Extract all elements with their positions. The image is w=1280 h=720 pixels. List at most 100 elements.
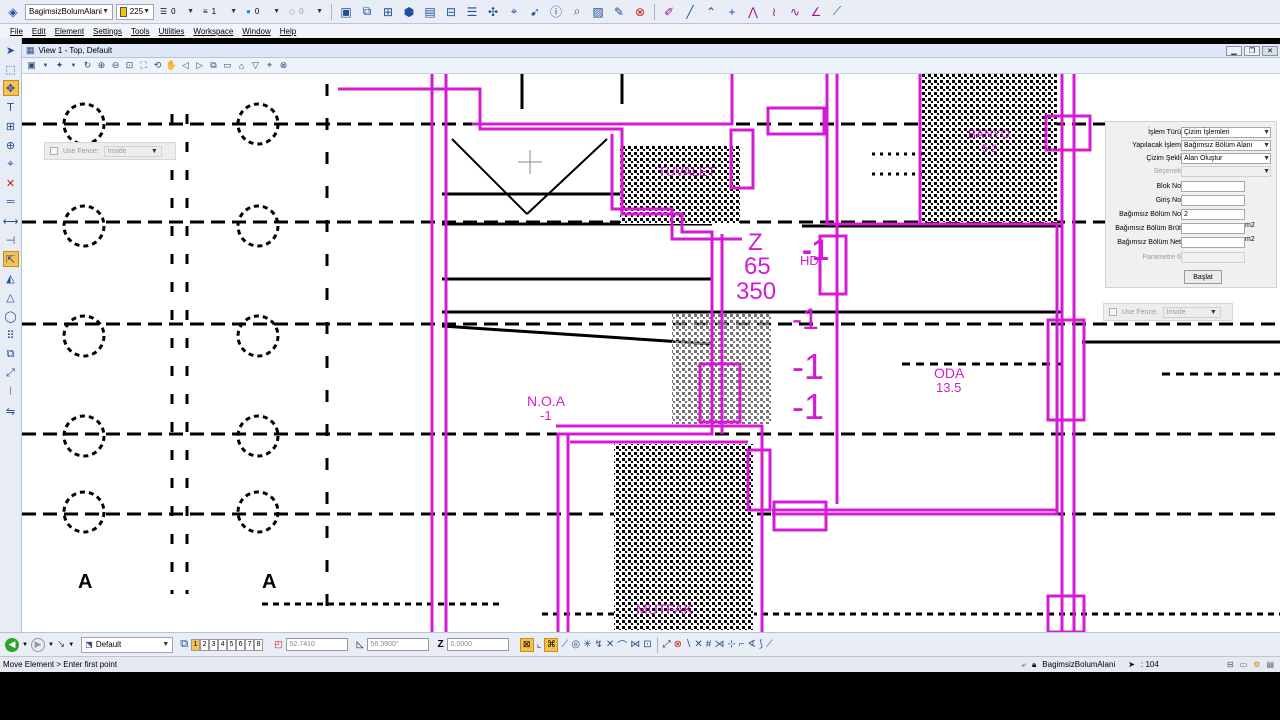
- line-icon[interactable]: ╱: [681, 3, 699, 21]
- element-info-icon[interactable]: ▣: [337, 3, 355, 21]
- info-icon[interactable]: ⓘ: [547, 3, 565, 21]
- move-icon[interactable]: ⇱: [2, 251, 19, 267]
- copy-view-icon[interactable]: ⧉: [208, 60, 219, 71]
- menu-element[interactable]: Element: [55, 27, 84, 36]
- chevron-down-icon[interactable]: ▼: [68, 642, 74, 648]
- snap-nearest-icon[interactable]: ⟋: [561, 639, 568, 650]
- dimension-icon[interactable]: ⊕: [3, 137, 19, 153]
- plus-icon[interactable]: +: [723, 3, 741, 21]
- design-history-icon[interactable]: ⊟: [1227, 660, 1234, 669]
- menu-workspace[interactable]: Workspace: [193, 27, 233, 36]
- wave-icon[interactable]: ∿: [786, 3, 804, 21]
- snap-mode-icon[interactable]: ⤢: [663, 639, 671, 650]
- chevron-up-icon[interactable]: ⌃: [702, 3, 720, 21]
- view-attributes-icon[interactable]: ▣: [26, 60, 37, 71]
- measure-icon[interactable]: ⌖: [3, 156, 19, 172]
- blok-no-input[interactable]: [1181, 181, 1245, 192]
- bagimsiz-bolum-net-input[interactable]: [1181, 237, 1245, 248]
- view-tab-7[interactable]: 7: [245, 638, 255, 651]
- menu-edit[interactable]: Edit: [32, 27, 46, 36]
- use-fence-checkbox[interactable]: [50, 147, 58, 155]
- active-level-combo[interactable]: BagimsizBolumAlani ▼: [25, 3, 113, 20]
- fit-view-icon[interactable]: ⛶: [138, 60, 149, 71]
- giris-no-input[interactable]: [1181, 195, 1245, 206]
- snap-midpoint-icon[interactable]: ◎: [571, 639, 580, 650]
- pan-view-icon[interactable]: ✋: [166, 60, 177, 71]
- message-center-icon[interactable]: ⤶: [1022, 660, 1026, 670]
- display-style-icon[interactable]: ✦: [54, 60, 65, 71]
- navigate-icon[interactable]: ⊗: [278, 60, 289, 71]
- snap-point-icon[interactable]: ⋊: [714, 639, 724, 650]
- chevron-down-icon[interactable]: ▼: [22, 642, 28, 648]
- delete-icon[interactable]: ✕: [3, 175, 19, 191]
- layers-icon[interactable]: ☰: [463, 3, 481, 21]
- measure-icon[interactable]: ⌖: [505, 3, 523, 21]
- view-tab-5[interactable]: 5: [227, 638, 237, 651]
- perspective-icon[interactable]: ▽: [250, 60, 261, 71]
- edit-icon[interactable]: ✎: [610, 3, 628, 21]
- drawing-canvas[interactable]: TUVALET BANYO 5.2 Z 65 350 HD -1 -1 -1 -…: [22, 74, 1280, 632]
- place-text-icon[interactable]: Ｔ: [3, 99, 19, 115]
- yapilacak-islem-select[interactable]: Bağımsız Bölüm Alanı ▼: [1181, 140, 1271, 151]
- transparency-combo[interactable]: ● 0 ▼: [243, 4, 283, 20]
- line-weight-combo[interactable]: ≡ 1 ▼: [200, 4, 240, 20]
- view-tab-1[interactable]: 1: [191, 638, 201, 651]
- mirror-icon[interactable]: ⇋: [3, 403, 19, 419]
- priority-combo[interactable]: ◇ 0 ▼: [286, 4, 326, 20]
- snap-angle-icon[interactable]: ∢: [748, 639, 756, 650]
- zoom-in-icon[interactable]: ⊕: [96, 60, 107, 71]
- copy-icon[interactable]: ⧉: [358, 3, 376, 21]
- chevron-down-icon[interactable]: ▼: [40, 60, 51, 71]
- z-coordinate-field[interactable]: 0.0000: [446, 638, 509, 651]
- bagimsiz-bolum-brut-input[interactable]: [1181, 223, 1245, 234]
- view-tab-3[interactable]: 3: [209, 638, 219, 651]
- menu-help[interactable]: Help: [280, 27, 296, 36]
- back-icon[interactable]: ◀: [5, 637, 19, 652]
- snap-line2-icon[interactable]: ⟋: [766, 639, 773, 650]
- modify-icon[interactable]: ⟷: [3, 213, 19, 229]
- clip-volume-icon[interactable]: ▭: [222, 60, 233, 71]
- fence-mode-select[interactable]: Inside ▼: [1162, 306, 1221, 318]
- view-tab-6[interactable]: 6: [236, 638, 246, 651]
- view-tab-8[interactable]: 8: [254, 638, 264, 651]
- chevron-down-icon[interactable]: ▼: [48, 642, 54, 648]
- reference-icon[interactable]: ⊟: [442, 3, 460, 21]
- scale-icon[interactable]: ⤢: [3, 365, 19, 381]
- view-rotation-icon[interactable]: ⌖: [264, 60, 275, 71]
- triangle-icon[interactable]: △: [3, 289, 19, 305]
- polyline-icon[interactable]: ⋀: [744, 3, 762, 21]
- zigzag-icon[interactable]: ≀: [765, 3, 783, 21]
- view-group-select[interactable]: ⬔ Default ▼: [81, 636, 174, 653]
- maximize-button[interactable]: ❐: [1244, 45, 1260, 56]
- cizim-sekli-select[interactable]: Alan Oluştur ▼: [1181, 153, 1271, 164]
- accudraw-icon[interactable]: ⊠: [519, 637, 534, 652]
- snap-arc-icon[interactable]: ⌐: [739, 639, 745, 650]
- group-icon[interactable]: ⊞: [379, 3, 397, 21]
- views-icon[interactable]: ⧉: [180, 638, 188, 651]
- snap-parallel-icon[interactable]: ∖: [685, 639, 691, 650]
- move-tool-icon[interactable]: ✥: [2, 80, 19, 96]
- snap-intersection-icon[interactable]: ✕: [606, 639, 614, 650]
- chevron-down-icon[interactable]: ▼: [68, 60, 79, 71]
- snap-curve-icon[interactable]: ⟆: [759, 639, 763, 650]
- search-icon[interactable]: ⌕: [568, 3, 586, 21]
- view-next-icon[interactable]: ▷: [194, 60, 205, 71]
- arrow-icon[interactable]: ➹: [526, 3, 544, 21]
- ruler-icon[interactable]: ═: [3, 194, 19, 210]
- fence-mode-select[interactable]: Inside ▼: [103, 145, 162, 157]
- snap-perpendicular-icon[interactable]: ⋈: [630, 639, 640, 650]
- delete-icon[interactable]: ⊗: [631, 3, 649, 21]
- curve-icon[interactable]: ⦚: [3, 384, 19, 400]
- snap-keypoint-icon[interactable]: ⌘: [544, 637, 559, 652]
- view-tab-4[interactable]: 4: [218, 638, 228, 651]
- snap-clear-icon[interactable]: ⊗: [674, 639, 682, 650]
- active-color-combo[interactable]: 225 ▼: [116, 3, 154, 20]
- pointer-icon[interactable]: ↘: [57, 639, 65, 650]
- cell-icon[interactable]: ⬢: [400, 3, 418, 21]
- line-style-combo[interactable]: ☰ 0 ▼: [157, 4, 197, 20]
- bagimsiz-bolum-no-input[interactable]: 2: [1181, 209, 1245, 220]
- snap-origin-icon[interactable]: ↯: [594, 639, 602, 650]
- forward-icon[interactable]: ▶: [30, 637, 45, 652]
- sync-icon[interactable]: ⚙: [1253, 660, 1260, 669]
- menu-file[interactable]: File: [10, 27, 23, 36]
